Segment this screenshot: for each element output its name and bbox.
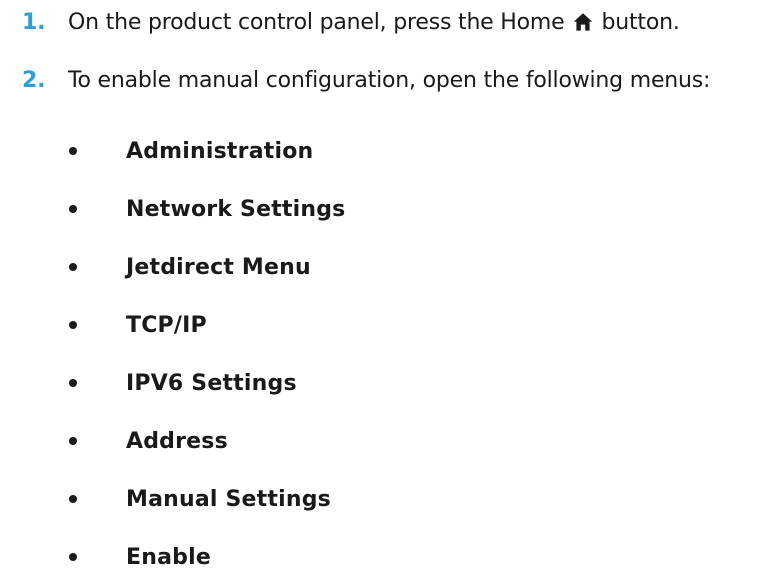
document-page: 1. On the product control panel, press t… bbox=[0, 0, 758, 570]
step-text: To enable manual configuration, open the… bbox=[68, 67, 711, 93]
bullet-icon bbox=[69, 379, 77, 387]
bullet-icon bbox=[69, 553, 77, 561]
bullet-icon bbox=[69, 495, 77, 503]
step-number: 1. bbox=[22, 9, 46, 35]
menu-label: Jetdirect Menu bbox=[126, 254, 311, 280]
step-text-after-icon: button. bbox=[601, 9, 680, 35]
list-item: Network Settings bbox=[0, 180, 345, 238]
menu-label: Address bbox=[126, 428, 228, 454]
home-icon bbox=[573, 12, 593, 32]
menu-path-list: Administration Network Settings Jetdirec… bbox=[0, 122, 345, 586]
bullet-icon bbox=[69, 263, 77, 271]
step-1: 1. On the product control panel, press t… bbox=[0, 4, 680, 40]
step-number: 2. bbox=[22, 67, 46, 93]
bullet-icon bbox=[69, 321, 77, 329]
bullet-icon bbox=[69, 205, 77, 213]
menu-label: Network Settings bbox=[126, 196, 346, 222]
list-item: IPV6 Settings bbox=[0, 354, 345, 412]
menu-label: Manual Settings bbox=[126, 486, 331, 512]
list-item: Administration bbox=[0, 122, 345, 180]
menu-label: Enable bbox=[126, 544, 211, 570]
list-item: Jetdirect Menu bbox=[0, 238, 345, 296]
list-item: Enable bbox=[0, 528, 345, 586]
step-text: On the product control panel, press the … bbox=[68, 10, 680, 35]
menu-label: IPV6 Settings bbox=[126, 370, 297, 396]
bullet-icon bbox=[69, 147, 77, 155]
list-item: TCP/IP bbox=[0, 296, 345, 354]
bullet-icon bbox=[69, 437, 77, 445]
step-2: 2. To enable manual configuration, open … bbox=[0, 62, 710, 98]
list-item: Manual Settings bbox=[0, 470, 345, 528]
step-text-before-icon: On the product control panel, press the … bbox=[68, 9, 565, 35]
menu-label: TCP/IP bbox=[126, 312, 207, 338]
list-item: Address bbox=[0, 412, 345, 470]
menu-label: Administration bbox=[126, 138, 314, 164]
